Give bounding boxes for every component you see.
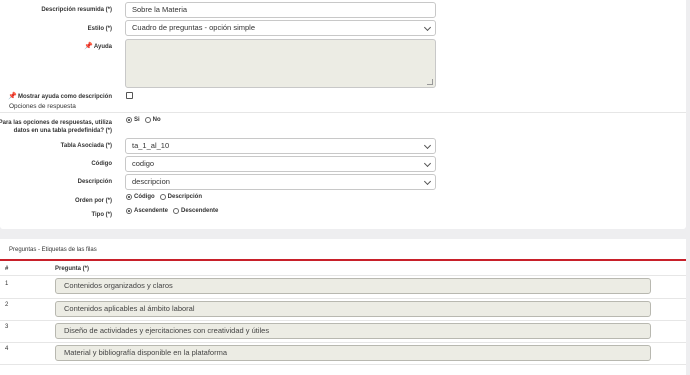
radio-unchecked-icon[interactable] [173,208,180,214]
codigo-label: Código [91,161,112,167]
tipo-label: Tipo (*) [91,212,112,218]
pregunta-input[interactable]: Contenidos organizados y claros [55,278,651,294]
question-config-panel: Descripción resumida (*) Sobre la Materi… [0,0,686,229]
mostrar-ayuda-checkbox[interactable] [126,92,133,99]
pushpin-icon: 📌 [84,43,93,50]
estilo-select[interactable]: Cuadro de preguntas - opción simple [125,20,436,36]
usa-tabla-label: ¿Para las opciones de respuestas, utiliz… [0,120,112,134]
radio-unchecked-icon[interactable] [159,194,166,200]
orden-por-option-label: Descripción [167,194,203,200]
preguntas-panel-title: Preguntas - Etiquetas de las filas [9,247,97,253]
mostrar-ayuda-label-text: Mostrar ayuda como descripción [17,94,112,100]
usa-tabla-option-si[interactable]: Si [126,117,140,123]
row-number: 3 [5,324,9,330]
usa-tabla-option-label: Si [134,117,140,123]
table-divider [0,342,686,343]
descripcion-resumida-label: Descripción resumida (*) [41,7,112,13]
row-number: 2 [5,302,9,308]
column-header-num: # [5,266,9,272]
opciones-respuesta-title: Opciones de respuesta [9,103,76,110]
descripcion-select[interactable]: descripcion [125,174,436,190]
ayuda-label-text: Ayuda [93,44,112,50]
tipo-option-descendente[interactable]: Descendente [173,208,218,214]
ayuda-textarea[interactable] [125,39,436,88]
orden-por-option-label: Código [134,194,155,200]
radio-checked-icon[interactable] [126,194,132,200]
pregunta-input[interactable]: Material y bibliografía disponible en la… [55,345,651,361]
ayuda-label: 📌Ayuda [84,43,112,51]
tabla-asociada-select[interactable]: ta_1_al_10 [125,138,436,154]
codigo-select[interactable]: codigo [125,156,436,172]
pregunta-input[interactable]: Diseño de actividades y ejercitaciones c… [55,323,651,339]
orden-por-label: Orden por (*) [75,198,112,204]
tipo-option-label: Descendente [181,208,219,214]
descripcion-label: Descripción [77,179,112,185]
accent-bar [0,259,686,261]
usa-tabla-option-no[interactable]: No [144,117,161,123]
tipo-radio-group: Ascendente Descendente [126,208,223,214]
estilo-label: Estilo (*) [87,26,112,32]
mostrar-ayuda-label: 📌Mostrar ayuda como descripción [8,93,112,101]
table-divider [0,275,686,276]
preguntas-panel: Preguntas - Etiquetas de las filas # Pre… [0,239,686,375]
descripcion-resumida-input[interactable]: Sobre la Materia [125,2,436,18]
orden-por-option-codigo[interactable]: Código [126,194,155,200]
table-divider [0,298,686,299]
orden-por-option-descripcion[interactable]: Descripción [159,194,203,200]
pregunta-input[interactable]: Contenidos aplicables al ámbito laboral [55,301,651,317]
radio-checked-icon[interactable] [126,208,132,214]
usa-tabla-radio-group: Si No [126,117,166,123]
pushpin-icon: 📌 [8,93,17,100]
tabla-asociada-label: Tabla Asociada (*) [60,143,112,149]
radio-checked-icon[interactable] [126,117,132,123]
orden-por-radio-group: Código Descripción [126,194,207,200]
table-divider [0,364,686,365]
radio-unchecked-icon[interactable] [144,117,151,123]
section-divider [0,112,686,113]
usa-tabla-option-label: No [152,117,161,123]
row-number: 4 [5,346,9,352]
row-number: 1 [5,281,9,287]
tipo-option-label: Ascendente [134,208,169,214]
table-divider [0,320,686,321]
tipo-option-ascendente[interactable]: Ascendente [126,208,168,214]
column-header-pregunta: Pregunta (*) [55,266,90,272]
